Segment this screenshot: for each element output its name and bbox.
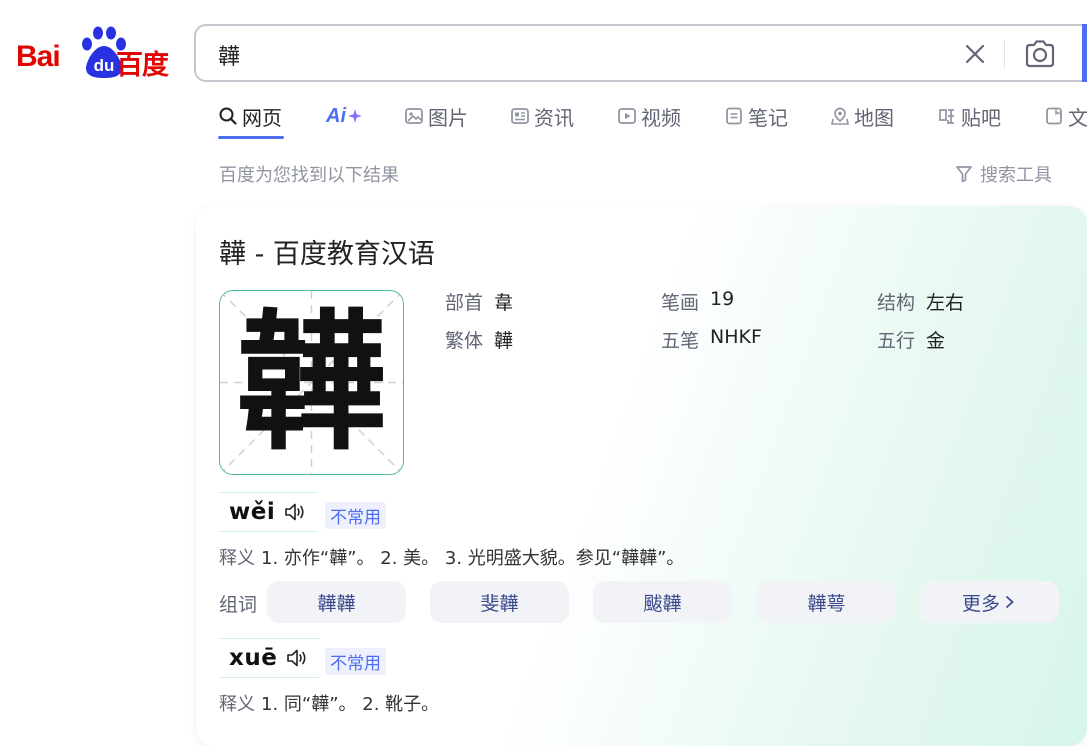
rarity-badge: 不常用 <box>325 648 386 675</box>
tab-notes-label: 笔记 <box>748 105 788 130</box>
pinyin-row-1: wěi <box>219 492 318 532</box>
tab-news-label: 资讯 <box>534 105 574 130</box>
radical-label: 部首 <box>445 292 484 314</box>
definition-label: 释义 <box>219 548 255 569</box>
tab-tieba-label: 贴吧 <box>961 105 1001 130</box>
tab-web-label: 网页 <box>242 105 282 130</box>
more-words-label: 更多 <box>961 592 1000 615</box>
wubi-value: NHKF <box>710 326 762 348</box>
word-chip[interactable]: 韡萼 <box>757 581 896 623</box>
tab-video-label: 视频 <box>641 105 681 130</box>
definition-row-1: 释义 1. 亦作“韡”。 2. 美。 3. 光明盛大貌。参见“韡韡”。 <box>219 544 684 570</box>
tab-notes[interactable]: 笔记 <box>724 100 788 132</box>
wuxing-label: 五行 <box>877 330 916 352</box>
character-glyph: 韡 <box>236 294 387 471</box>
strokes-value: 19 <box>710 288 735 310</box>
tab-images[interactable]: 图片 <box>404 100 468 132</box>
tieba-icon <box>939 109 954 124</box>
speaker-icon[interactable] <box>283 500 307 524</box>
definition-text: 1. 同“韡”。 2. 靴子。 <box>261 694 440 715</box>
structure-value: 左右 <box>926 292 965 314</box>
search-tools-button[interactable]: 搜索工具 <box>954 161 1052 187</box>
wubi-label: 五笔 <box>661 330 700 352</box>
search-icon <box>219 107 237 125</box>
map-icon <box>831 107 849 125</box>
tab-tieba[interactable]: 贴吧 <box>937 100 1001 132</box>
active-tab-indicator <box>218 136 284 139</box>
word-chip[interactable]: 斐韡 <box>430 581 569 623</box>
search-divider <box>1004 40 1005 68</box>
news-icon <box>511 108 529 124</box>
ai-sparkle-icon <box>348 109 362 123</box>
dictionary-card: 韡 - 百度教育汉语 韡 部首 韋 笔画 19 结构 左右 繁体 韡 五笔 NH… <box>196 206 1087 746</box>
card-title-link[interactable]: 韡 - 百度教育汉语 <box>219 232 435 271</box>
tab-web[interactable]: 网页 <box>218 100 282 132</box>
search-box <box>194 24 1087 82</box>
tab-news[interactable]: 资讯 <box>510 100 574 132</box>
tab-ai-label: Ai <box>326 104 346 127</box>
more-words-button[interactable]: 更多 <box>920 581 1059 623</box>
tab-docs-label: 文 <box>1068 105 1087 130</box>
definition-row-2: 释义 1. 同“韡”。 2. 靴子。 <box>219 690 439 716</box>
search-tools-label: 搜索工具 <box>980 165 1052 186</box>
logo-bai-text: Bai <box>16 40 61 73</box>
definition-text: 1. 亦作“韡”。 2. 美。 3. 光明盛大貌。参见“韡韡”。 <box>261 548 685 569</box>
result-count-hint: 百度为您找到以下结果 <box>219 165 399 186</box>
character-display: 韡 <box>219 290 404 475</box>
speaker-icon[interactable] <box>285 646 309 670</box>
search-input[interactable] <box>216 38 920 72</box>
radical-value: 韋 <box>494 292 514 314</box>
rarity-badge: 不常用 <box>325 502 386 529</box>
tab-map[interactable]: 地图 <box>830 100 894 132</box>
pinyin-row-2: xuē <box>219 638 320 678</box>
chevron-right-icon <box>1006 596 1014 608</box>
baidu-logo[interactable]: Bai du 百度 <box>16 26 176 82</box>
structure-label: 结构 <box>877 292 916 314</box>
tab-ai[interactable]: Ai <box>326 100 363 132</box>
logo-du-text: du <box>94 56 115 75</box>
tab-images-label: 图片 <box>428 105 468 130</box>
image-icon <box>405 108 423 124</box>
camera-icon[interactable] <box>1022 37 1058 71</box>
note-icon <box>726 107 742 125</box>
traditional-label: 繁体 <box>445 330 484 352</box>
definition-label: 释义 <box>219 694 255 715</box>
word-chip[interactable]: 颰韡 <box>593 581 732 623</box>
wuxing-value: 金 <box>926 330 946 352</box>
tab-docs[interactable]: 文 <box>1044 100 1087 132</box>
search-button-edge[interactable] <box>1082 24 1087 82</box>
word-chip[interactable]: 韡韡 <box>267 581 406 623</box>
doc-icon <box>1046 107 1062 125</box>
strokes-label: 笔画 <box>661 292 700 314</box>
clear-icon[interactable] <box>960 39 990 69</box>
tab-video[interactable]: 视频 <box>617 100 681 132</box>
pinyin-text: wěi <box>229 499 276 525</box>
traditional-value: 韡 <box>494 330 514 352</box>
filter-icon <box>956 166 972 183</box>
tab-map-label: 地图 <box>854 105 894 130</box>
pinyin-text: xuē <box>229 645 278 671</box>
logo-chinese-text: 百度 <box>116 50 169 80</box>
video-icon <box>618 108 636 124</box>
search-tabs: 网页 Ai 图片 资讯 视频 笔记 地图 贴吧 文 <box>218 100 1087 144</box>
words-label: 组词 <box>219 594 258 616</box>
